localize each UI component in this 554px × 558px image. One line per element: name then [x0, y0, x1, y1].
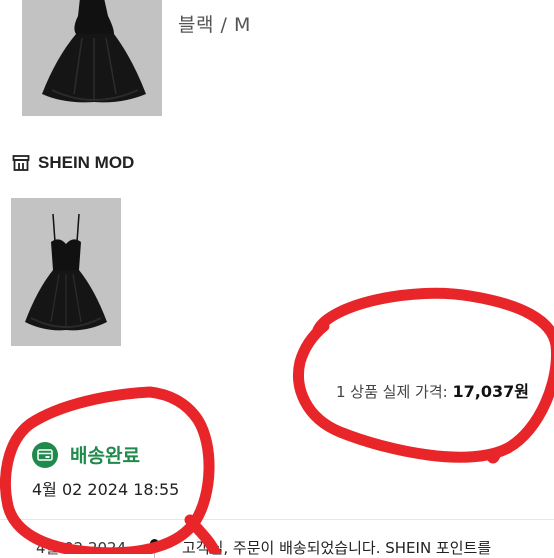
product-variant: 블랙 / M	[178, 14, 251, 36]
shipping-status[interactable]: 배송완료	[32, 441, 140, 468]
product-image-2[interactable]	[11, 198, 121, 346]
timeline-connector	[154, 548, 155, 558]
price-summary-label: 1 상품 실제 가격:	[336, 383, 453, 401]
timeline-date: 4월 02 2024	[36, 539, 127, 557]
store-header[interactable]: SHEIN MOD	[12, 153, 134, 173]
store-name: SHEIN MOD	[38, 153, 135, 172]
delivery-truck-icon	[32, 441, 58, 468]
black-dress-image	[11, 198, 121, 346]
product-image-1[interactable]	[22, 0, 162, 116]
black-dress-image	[22, 0, 162, 116]
storefront-icon	[12, 155, 30, 171]
price-summary-value: 17,037원	[452, 382, 529, 401]
timeline-message: 고객님, 주문이 배송되었습니다. SHEIN 포인트를	[182, 539, 492, 557]
shipping-status-time: 4월 02 2024 18:55	[32, 480, 180, 499]
section-divider	[0, 519, 554, 520]
shipping-status-label: 배송완료	[70, 445, 140, 467]
price-summary: 1 상품 실제 가격: 17,037원	[336, 378, 529, 402]
timeline-dot	[150, 539, 159, 548]
